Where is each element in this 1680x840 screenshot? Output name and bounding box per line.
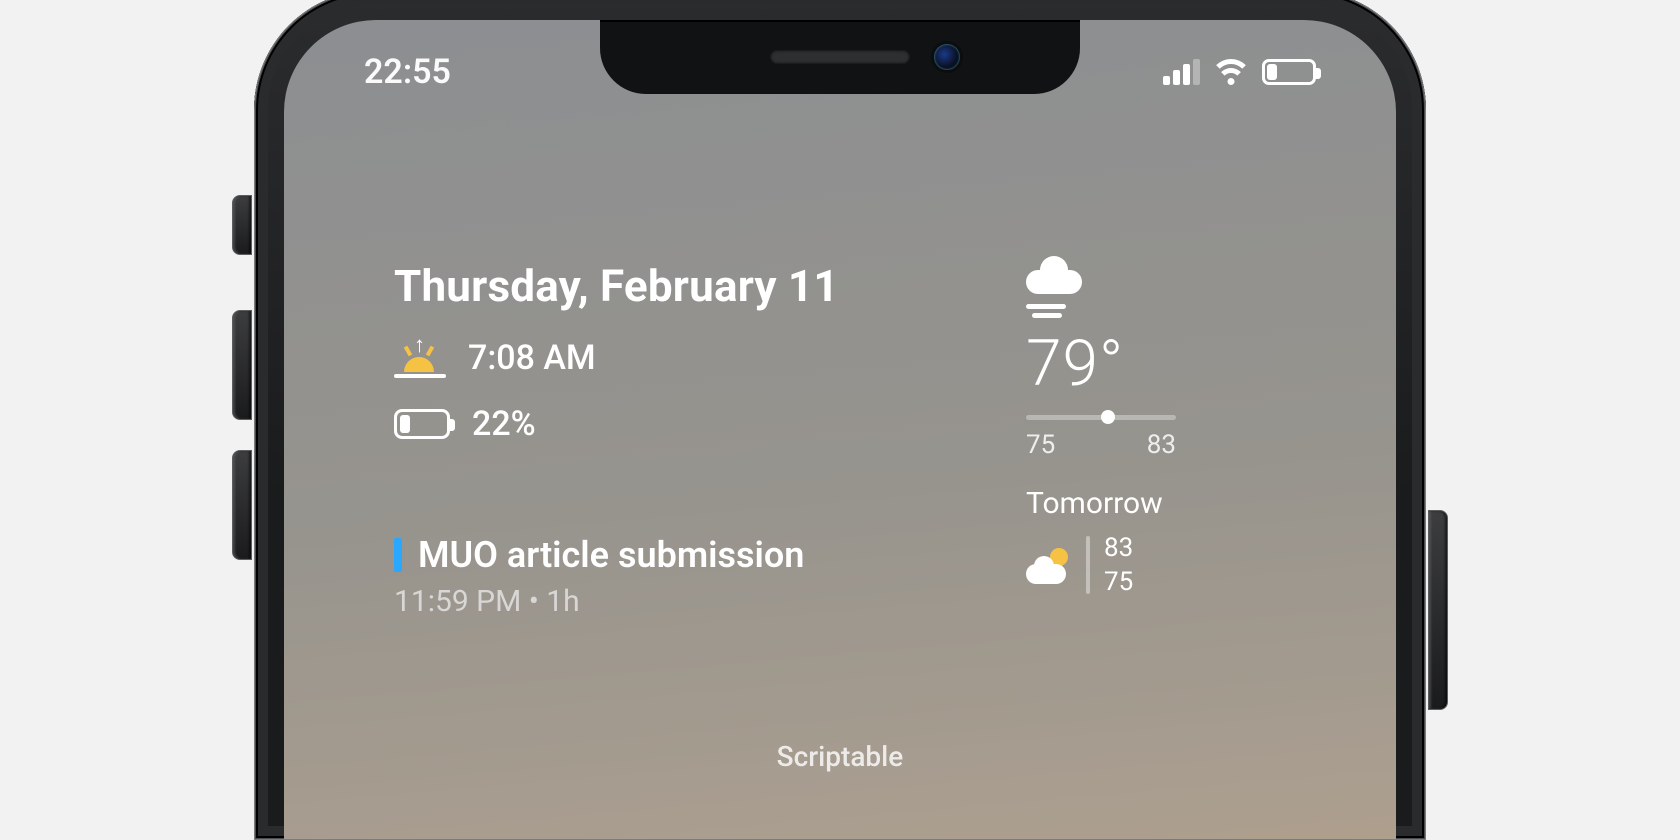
tomorrow-forecast: 83 75 <box>1026 533 1286 597</box>
range-knob <box>1101 410 1115 424</box>
phone-screen[interactable]: 22:55 Thursday, February 11 <box>284 20 1396 840</box>
event-subtitle: 11:59 PM1h <box>394 584 986 619</box>
sunrise-icon: ↑ <box>394 338 446 378</box>
front-camera <box>934 44 960 70</box>
phone-mockup: 22:55 Thursday, February 11 <box>254 0 1426 840</box>
today-high: 83 <box>1147 430 1176 460</box>
date-title: Thursday, February 11 <box>394 260 986 312</box>
wifi-icon <box>1214 59 1248 85</box>
volume-down-button <box>232 450 252 560</box>
tomorrow-high: 83 <box>1104 533 1133 563</box>
current-temperature: 79° <box>1026 326 1286 401</box>
status-time: 22:55 <box>364 52 451 92</box>
notch <box>600 20 1080 94</box>
sunrise-row: ↑ 7:08 AM <box>394 338 986 378</box>
sunrise-time: 7:08 AM <box>468 338 596 378</box>
event-time: 11:59 PM <box>394 584 521 619</box>
tomorrow-label: Tomorrow <box>1026 486 1286 521</box>
fog-icon <box>1026 300 1066 318</box>
weather-column: 79° 75 83 Tomorrow <box>1026 260 1286 619</box>
volume-up-button <box>232 310 252 420</box>
battery-level-icon <box>394 409 450 439</box>
phone-frame: 22:55 Thursday, February 11 <box>254 0 1426 840</box>
status-indicators <box>1163 59 1316 85</box>
event-duration: 1h <box>521 584 579 619</box>
weather-condition-icon <box>1026 260 1286 322</box>
event-title: MUO article submission <box>418 534 804 576</box>
widget-left-column: Thursday, February 11 ↑ 7:08 AM 22% <box>394 260 986 619</box>
battery-icon <box>1262 59 1316 85</box>
speaker-grille <box>770 50 910 64</box>
partly-cloudy-icon <box>1026 546 1072 584</box>
widget-app-name: Scriptable <box>284 740 1396 773</box>
calendar-event[interactable]: MUO article submission 11:59 PM1h <box>394 534 986 619</box>
power-button <box>1428 510 1448 710</box>
weather-calendar-widget[interactable]: Thursday, February 11 ↑ 7:08 AM 22% <box>394 260 1286 619</box>
tomorrow-divider <box>1086 536 1090 594</box>
cloud-icon <box>1026 260 1082 294</box>
today-low: 75 <box>1026 430 1055 460</box>
battery-row: 22% <box>394 404 986 444</box>
event-color-bar <box>394 538 402 572</box>
today-temp-range: 75 83 <box>1026 415 1176 460</box>
tomorrow-low: 75 <box>1104 567 1133 597</box>
cellular-icon <box>1163 59 1200 85</box>
mute-switch <box>232 195 252 255</box>
battery-percent: 22% <box>472 404 536 444</box>
